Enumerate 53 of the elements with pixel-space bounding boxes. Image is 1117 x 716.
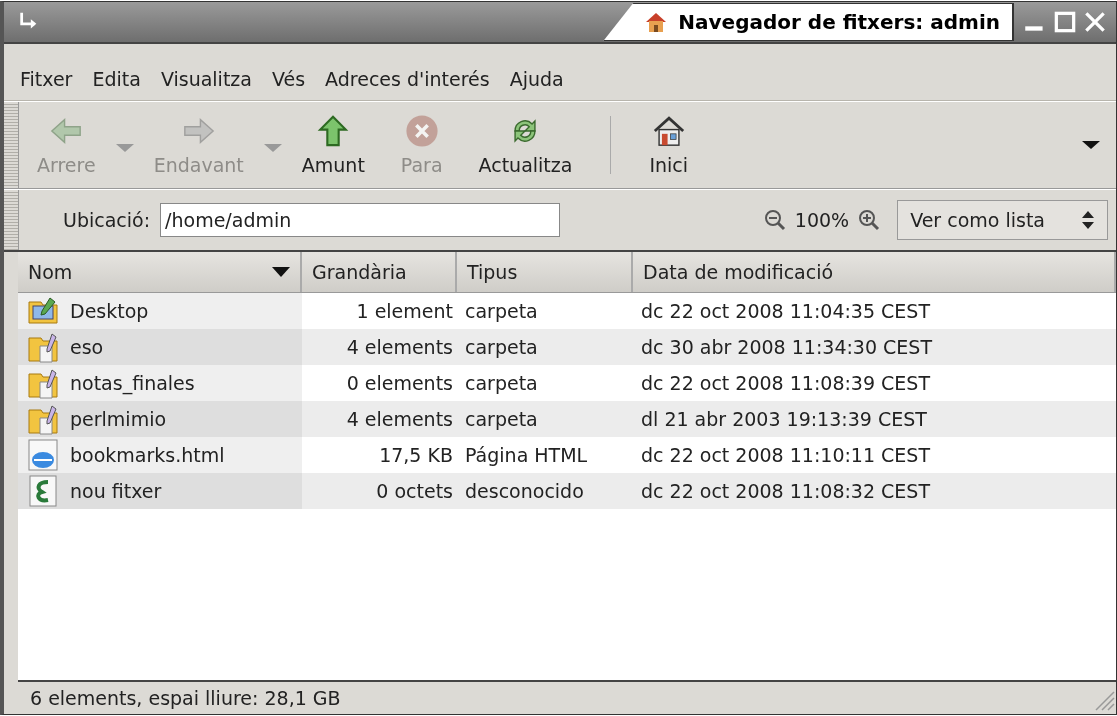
house-icon	[651, 114, 686, 148]
toolbar-button[interactable]: Inici	[631, 102, 707, 188]
table-cell-text: carpeta	[464, 299, 539, 324]
column-header[interactable]: Grandària	[302, 252, 457, 292]
table-cell-text: 17,5 KB	[378, 443, 454, 468]
document-icon	[26, 474, 60, 508]
table-cell-text: dl 21 abr 2003 19:13:39 CEST	[640, 407, 928, 432]
view-dropdown[interactable]: Ver como lista	[897, 200, 1108, 240]
zoom-in-icon[interactable]	[857, 208, 882, 232]
table-cell-text: desconocido	[464, 479, 585, 504]
table-cell-text: 4 elements	[345, 407, 454, 432]
status-text: 6 elements, espai lliure: 28,1 GB	[29, 687, 341, 709]
menu-item[interactable]: Edita	[90, 66, 143, 92]
window-title: Navegador de fitxers: admin	[678, 10, 1000, 34]
file-name[interactable]: nou fitxer	[70, 480, 162, 502]
table-cell-text: dc 22 oct 2008 11:04:35 CEST	[640, 299, 932, 324]
menu-item[interactable]: Fitxer	[18, 66, 75, 92]
table-cell-text: 0 octets	[375, 479, 454, 504]
close-icon[interactable]	[1082, 9, 1108, 35]
location-label: Ubicació:	[63, 209, 151, 231]
menu-item[interactable]: Adreces d'interés	[323, 66, 492, 92]
toolbar-button[interactable]: Amunt	[283, 102, 383, 188]
table-cell-text: dc 30 abr 2008 11:34:30 CEST	[640, 335, 934, 360]
table-cell-text: 4 elements	[345, 335, 454, 360]
table-cell-text: dc 22 oct 2008 11:08:39 CEST	[640, 371, 932, 396]
location-field[interactable]: /home/admin	[160, 203, 561, 237]
toolbar-handle[interactable]	[4, 102, 19, 188]
toolbar-button[interactable]: Actualitza	[460, 102, 591, 188]
folder-icon	[26, 402, 60, 436]
table-cell-text: carpeta	[464, 371, 539, 396]
table-cell-text: dc 22 oct 2008 11:10:11 CEST	[640, 443, 932, 468]
file-name[interactable]: Desktop	[70, 300, 149, 322]
table-cell-text: 0 elements	[345, 371, 454, 396]
zoom-out-icon[interactable]	[762, 208, 787, 232]
stop-icon	[404, 114, 439, 148]
menu-item[interactable]: Ajuda	[507, 66, 566, 92]
table-cell-text: 1 element	[355, 299, 454, 324]
menu-item[interactable]: Visualitza	[158, 66, 254, 92]
zoom-level: 100%	[794, 209, 850, 231]
column-header[interactable]: Data de modificació	[633, 252, 1116, 292]
column-header[interactable]: Tipus	[457, 252, 633, 292]
table-cell-text: dc 22 oct 2008 11:08:32 CEST	[640, 479, 932, 504]
table-cell-text: carpeta	[464, 407, 539, 432]
table-cell-text: carpeta	[464, 335, 539, 360]
overflow-arrow-icon[interactable]	[1080, 139, 1102, 151]
folder-icon	[26, 330, 60, 364]
file-name[interactable]: eso	[70, 336, 104, 358]
menu-item[interactable]: Vés	[269, 66, 308, 92]
maximize-icon[interactable]	[1052, 9, 1078, 35]
up-arrow-icon	[316, 114, 351, 148]
table-cell-text: Página HTML	[464, 443, 589, 468]
toolbar-handle[interactable]	[4, 190, 19, 250]
updown-arrow-icon	[1081, 209, 1095, 231]
